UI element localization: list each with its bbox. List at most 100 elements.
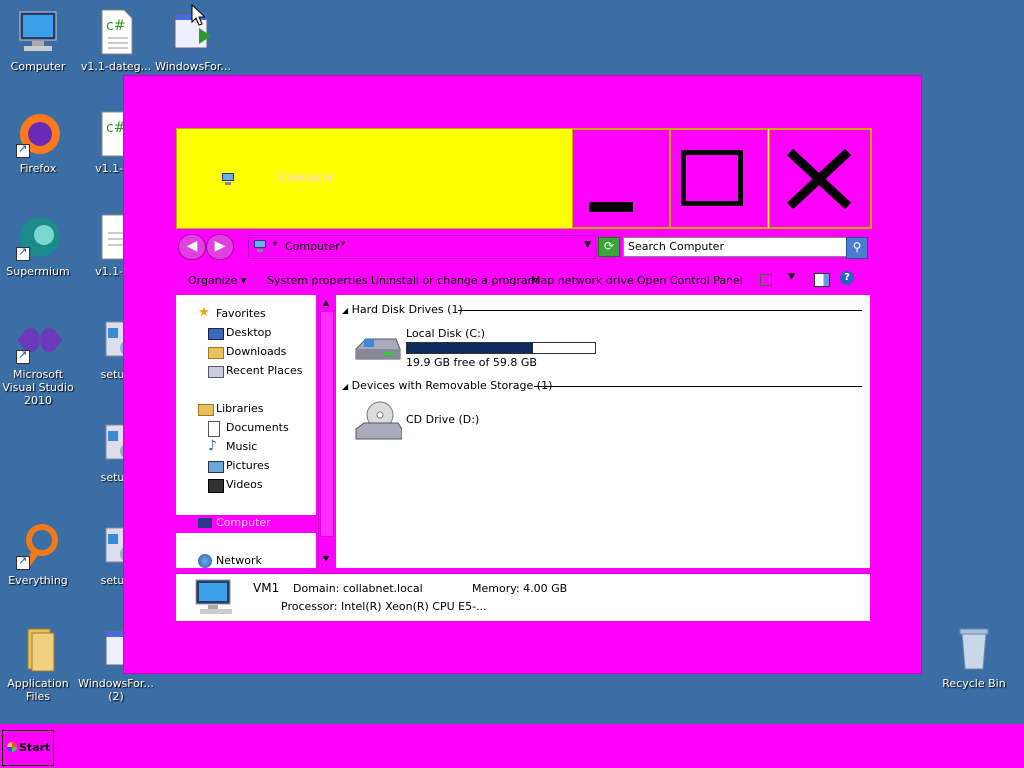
desktop-icon-label: WindowsFor... [155, 60, 231, 73]
refresh-button[interactable]: ⟳ [598, 237, 620, 257]
forward-arrow-icon: ▶ [214, 238, 226, 254]
view-dropdown-icon[interactable]: ▼ [788, 272, 795, 282]
collapse-triangle-icon: ◢ [342, 382, 349, 391]
start-button[interactable]: Start [2, 730, 54, 766]
computer-icon [198, 518, 212, 528]
nav-recent-places[interactable]: Recent Places [208, 362, 303, 380]
breadcrumb-chevron-icon[interactable]: ▾ [273, 239, 277, 248]
folder-icon [14, 625, 62, 673]
nav-libraries[interactable]: Libraries [198, 400, 264, 418]
close-icon [786, 148, 852, 210]
system-properties-button[interactable]: System properties [267, 274, 368, 287]
computer-icon [254, 240, 266, 252]
mouse-cursor-icon [191, 4, 205, 26]
breadcrumb-chevron-icon[interactable]: ▾ [341, 239, 345, 248]
desktop-icon-application-files[interactable]: Application Files [0, 625, 76, 703]
desktop-icon-csharp-file[interactable]: c# v1.1-dateg... [78, 8, 154, 73]
windows-logo-icon [7, 742, 17, 752]
uninstall-program-button[interactable]: Uninstall or change a program [371, 274, 538, 287]
window-titlebar[interactable]: Computer [176, 128, 872, 229]
processor-info: Processor: Intel(R) Xeon(R) CPU E5-... [281, 600, 487, 613]
csharp-file-icon: c# [92, 8, 140, 56]
open-control-panel-button[interactable]: Open Control Panel [637, 274, 743, 287]
minimize-button[interactable] [572, 129, 670, 228]
explorer-window: Computer ◀ ▶ ▾ Computer ▾ ▼ ⟳ Search Com… [123, 75, 922, 674]
desktop-icon-computer[interactable]: Computer [0, 8, 76, 73]
forward-button[interactable]: ▶ [206, 234, 234, 260]
network-icon [198, 554, 212, 568]
nav-videos[interactable]: Videos [208, 476, 263, 494]
command-bar: Organize ▾ System properties Uninstall o… [176, 266, 870, 294]
downloads-folder-icon [208, 347, 224, 359]
address-field[interactable]: ▾ Computer ▾ ▼ [248, 235, 596, 259]
drive-name: Local Disk (C:) [406, 327, 486, 340]
nav-downloads[interactable]: Downloads [208, 343, 286, 361]
maximize-icon [681, 150, 743, 206]
recent-places-icon [208, 366, 224, 378]
desktop-icon-label: Everything [8, 574, 68, 587]
maximize-button[interactable] [670, 129, 768, 228]
search-button[interactable]: ⚲ [846, 237, 868, 259]
videos-icon [208, 479, 224, 493]
refresh-icon: ⟳ [603, 239, 615, 253]
search-input[interactable]: Search Computer [623, 237, 847, 257]
computer-name: VM1 [253, 581, 280, 595]
help-icon[interactable]: ? [840, 271, 854, 285]
firefox-icon [14, 110, 62, 158]
cd-drive-icon [355, 401, 402, 440]
libraries-icon [198, 404, 214, 416]
drive-cd-d[interactable]: CD Drive (D:) [350, 399, 550, 445]
nav-pictures[interactable]: Pictures [208, 457, 270, 475]
change-view-icon[interactable] [760, 274, 772, 286]
navigation-pane: ★ Favorites Desktop Downloads Recent Pla… [176, 295, 316, 568]
organize-button[interactable]: Organize ▾ [188, 274, 246, 287]
documents-icon [208, 421, 220, 437]
desktop-icon-label: Microsoft Visual Studio 2010 [2, 368, 74, 407]
nav-computer[interactable]: Computer [198, 514, 271, 532]
desktop-icon-firefox[interactable]: Firefox [0, 110, 76, 175]
domain-info: Domain: collabnet.local [293, 582, 423, 595]
group-header-removable[interactable]: ◢ Devices with Removable Storage (1) [342, 379, 552, 393]
taskbar: Start [0, 724, 1024, 768]
supermium-icon [14, 213, 62, 261]
preview-pane-icon[interactable] [814, 273, 830, 287]
scroll-up-icon[interactable]: ▲ [320, 297, 332, 309]
nav-documents[interactable]: Documents [208, 419, 289, 437]
address-dropdown-icon[interactable]: ▼ [584, 240, 591, 250]
recycle-bin-icon [950, 625, 998, 673]
desktop-icon-label: v1.1-dateg... [80, 60, 152, 73]
group-divider [458, 310, 862, 311]
desktop-icon-visual-studio[interactable]: Microsoft Visual Studio 2010 [0, 316, 76, 407]
group-header-hard-disks[interactable]: ◢ Hard Disk Drives (1) [342, 303, 463, 317]
desktop-icon-label: WindowsFor... (2) [78, 677, 154, 703]
computer-icon [14, 8, 62, 56]
back-button[interactable]: ◀ [178, 234, 206, 260]
scroll-thumb[interactable] [320, 311, 334, 537]
nav-network[interactable]: Network [198, 552, 262, 570]
nav-music[interactable]: ♪ Music [208, 438, 257, 456]
desktop-icon-recycle-bin[interactable]: Recycle Bin [936, 625, 1012, 690]
close-button[interactable] [769, 129, 871, 228]
search-icon: ⚲ [852, 240, 862, 254]
breadcrumb-computer[interactable]: Computer [285, 240, 340, 253]
details-pane: VM1 Domain: collabnet.local Memory: 4.00… [176, 573, 870, 621]
desktop-icon-supermium[interactable]: Supermium [0, 213, 76, 278]
scroll-down-icon[interactable]: ▼ [320, 553, 332, 565]
drive-name: CD Drive (D:) [406, 413, 480, 426]
shortcut-arrow-icon [16, 245, 30, 261]
drive-local-disk-c[interactable]: Local Disk (C:) 19.9 GB free of 59.8 GB [350, 325, 610, 369]
collapse-triangle-icon: ◢ [342, 306, 349, 315]
nav-scrollbar[interactable]: ▲ ▼ [318, 295, 334, 568]
map-network-drive-button[interactable]: Map network drive [531, 274, 634, 287]
hard-drive-icon [355, 338, 401, 360]
everything-search-icon [14, 522, 62, 570]
nav-desktop[interactable]: Desktop [208, 324, 271, 342]
desktop-icon [208, 328, 224, 340]
nav-favorites[interactable]: ★ Favorites [198, 305, 266, 323]
computer-icon [195, 579, 232, 614]
address-bar: ◀ ▶ ▾ Computer ▾ ▼ ⟳ Search Computer ⚲ [176, 231, 870, 261]
desktop-icon-everything[interactable]: Everything [0, 522, 76, 587]
svg-text:c#: c# [106, 18, 125, 34]
minimize-icon [589, 202, 633, 212]
computer-icon [222, 173, 234, 185]
